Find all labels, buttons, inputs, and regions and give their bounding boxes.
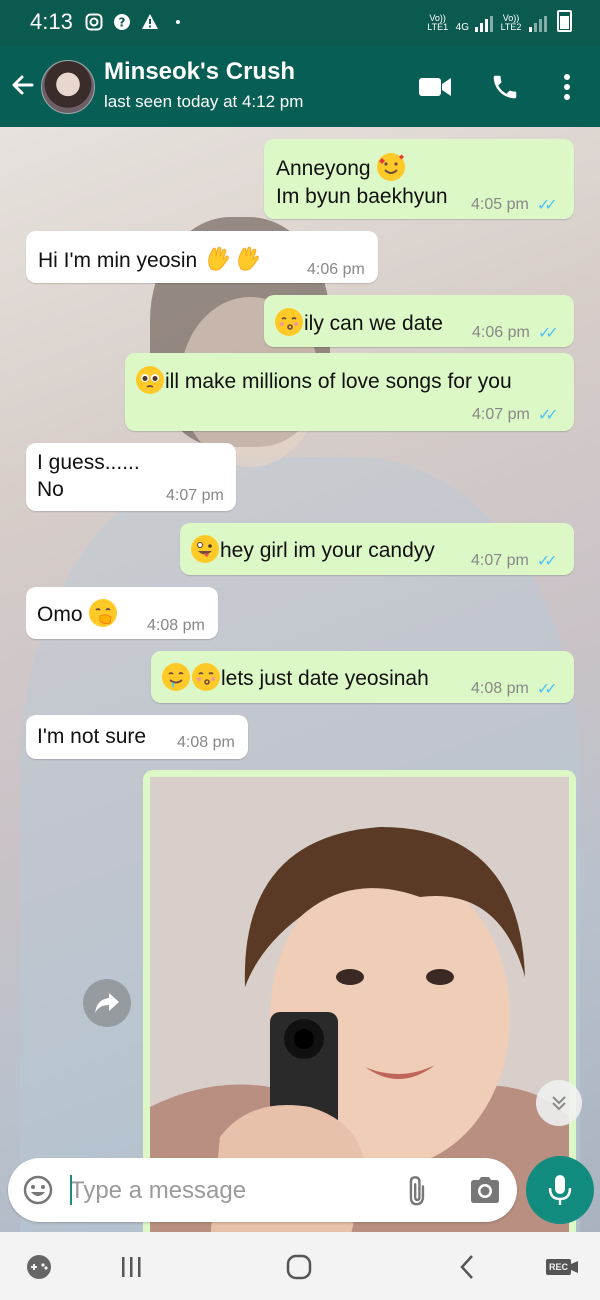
message-text: Hi I'm min yeosin <box>38 249 198 272</box>
phone-icon <box>493 75 517 99</box>
home-button[interactable] <box>284 1252 314 1282</box>
message-bubble-outgoing[interactable]: Anneyong Im byun baekhyun 4:05 pm ✓✓ <box>264 139 574 219</box>
read-ticks-icon: ✓✓ <box>536 197 558 214</box>
message-time: 4:07 pm <box>166 487 224 504</box>
help-icon: ? <box>112 12 132 32</box>
message-text: hey girl im your candyy <box>220 539 435 562</box>
attach-button[interactable] <box>402 1174 434 1206</box>
read-ticks-icon: ✓✓ <box>536 553 558 570</box>
message-time: 4:08 pm <box>177 734 235 751</box>
network-type: 4G <box>455 22 469 33</box>
message-text: I'm not sure <box>37 725 147 748</box>
smiling-hearts-emoji-icon <box>377 153 406 181</box>
arrow-left-icon <box>12 75 34 95</box>
warning-icon <box>140 12 160 32</box>
chevron-left-icon <box>460 1255 473 1279</box>
mic-icon <box>548 1175 572 1205</box>
clock: 4:13 <box>30 9 73 34</box>
emoji-button[interactable] <box>22 1174 54 1206</box>
camera-icon <box>471 1177 499 1203</box>
voice-call-button[interactable] <box>488 70 522 104</box>
double-chevron-down-icon <box>552 1096 566 1111</box>
message-composer <box>8 1158 517 1224</box>
message-bubble-outgoing[interactable]: hey girl im your candyy 4:07 pm ✓✓ <box>180 523 574 575</box>
video-rec-icon: REC <box>545 1259 578 1275</box>
forward-icon <box>95 993 119 1013</box>
sim2-label: Vo)) LTE2 <box>500 13 522 32</box>
kissing-emoji-icon <box>192 663 220 691</box>
back-nav-button[interactable] <box>452 1252 482 1282</box>
message-bubble-incoming[interactable]: I guess...... No 4:07 pm <box>26 443 236 511</box>
last-seen: last seen today at 4:12 pm <box>104 92 304 111</box>
message-bubble-outgoing[interactable]: ily can we date 4:06 pm ✓✓ <box>264 295 574 347</box>
read-ticks-icon: ✓✓ <box>536 681 558 698</box>
message-bubble-incoming[interactable]: Hi I'm min yeosin 4:06 pm <box>26 231 378 283</box>
message-time: 4:08 pm <box>471 680 529 697</box>
message-time: 4:08 pm <box>147 617 205 634</box>
more-options-button[interactable] <box>550 70 584 104</box>
svg-text:?: ? <box>119 16 126 30</box>
message-text: lets just date yeosinah <box>221 667 429 690</box>
read-ticks-icon: ✓✓ <box>537 325 559 342</box>
message-input[interactable] <box>68 1158 372 1224</box>
zany-face-emoji-icon <box>191 535 219 563</box>
text-cursor <box>70 1175 72 1205</box>
waving-hand-icon <box>204 245 232 273</box>
message-bubble-incoming[interactable]: I'm not sure 4:08 pm <box>26 715 248 759</box>
contact-name[interactable]: Minseok's Crush <box>104 58 295 86</box>
message-text: Anneyong <box>276 157 371 180</box>
message-time: 4:07 pm <box>471 552 529 569</box>
chat-header: Minseok's Crush last seen today at 4:12 … <box>0 46 600 127</box>
pleading-face-emoji-icon <box>136 366 164 394</box>
message-text: ily can we date <box>304 312 443 335</box>
screen-record-button[interactable]: REC <box>544 1252 580 1282</box>
message-text: Im byun baekhyun <box>276 185 448 208</box>
game-controller-icon <box>27 1255 51 1279</box>
message-time: 4:07 pm <box>472 406 530 423</box>
instagram-icon <box>84 12 104 32</box>
back-button[interactable] <box>8 70 38 100</box>
camera-button[interactable] <box>468 1174 502 1206</box>
voice-message-button[interactable] <box>526 1156 594 1224</box>
message-bubble-outgoing[interactable]: ill make millions of love songs for you … <box>125 353 574 431</box>
avatar[interactable] <box>41 60 95 114</box>
recent-apps-icon <box>122 1257 141 1277</box>
waving-hand-icon <box>234 245 262 273</box>
rec-label: REC <box>545 1259 571 1275</box>
forward-button[interactable] <box>83 979 131 1027</box>
read-ticks-icon: ✓✓ <box>537 407 559 424</box>
system-navigation-bar: REC <box>0 1232 600 1300</box>
sim1-label: Vo)) LTE1 <box>427 13 449 32</box>
home-icon <box>286 1254 312 1280</box>
recent-apps-button[interactable] <box>116 1252 146 1282</box>
notification-icons: ? <box>84 12 188 32</box>
signal-indicators: Vo)) LTE1 4G Vo)) LTE2 <box>426 10 572 33</box>
message-text: No <box>37 478 64 501</box>
message-time: 4:05 pm <box>471 196 529 213</box>
more-vert-icon <box>564 74 570 100</box>
status-bar: 4:13 ? Vo)) LTE1 4G Vo)) LTE2 <box>0 0 600 46</box>
hand-over-mouth-emoji-icon <box>89 599 118 627</box>
message-text: ill make millions of love songs for you <box>165 370 512 393</box>
signal-bars-1-icon <box>475 16 493 32</box>
drooling-face-emoji-icon <box>162 663 190 691</box>
message-time: 4:06 pm <box>472 324 530 341</box>
game-launcher-button[interactable] <box>24 1252 54 1282</box>
chat-area[interactable]: Anneyong Im byun baekhyun 4:05 pm ✓✓ Hi … <box>0 127 600 1232</box>
paperclip-icon <box>409 1176 425 1206</box>
emoji-icon <box>23 1175 53 1205</box>
signal-bars-2-icon <box>529 16 547 32</box>
message-bubble-outgoing[interactable]: lets just date yeosinah 4:08 pm ✓✓ <box>151 651 574 703</box>
dot-icon <box>168 12 188 32</box>
video-call-icon <box>419 78 451 96</box>
message-text: Omo <box>37 603 83 626</box>
message-text: I guess...... <box>37 451 140 474</box>
video-call-button[interactable] <box>418 70 452 104</box>
scroll-to-bottom-button[interactable] <box>536 1080 582 1126</box>
message-time: 4:06 pm <box>307 261 365 278</box>
kissing-emoji-icon <box>275 308 303 336</box>
message-bubble-incoming[interactable]: Omo 4:08 pm <box>26 587 218 639</box>
battery-icon <box>557 10 572 32</box>
